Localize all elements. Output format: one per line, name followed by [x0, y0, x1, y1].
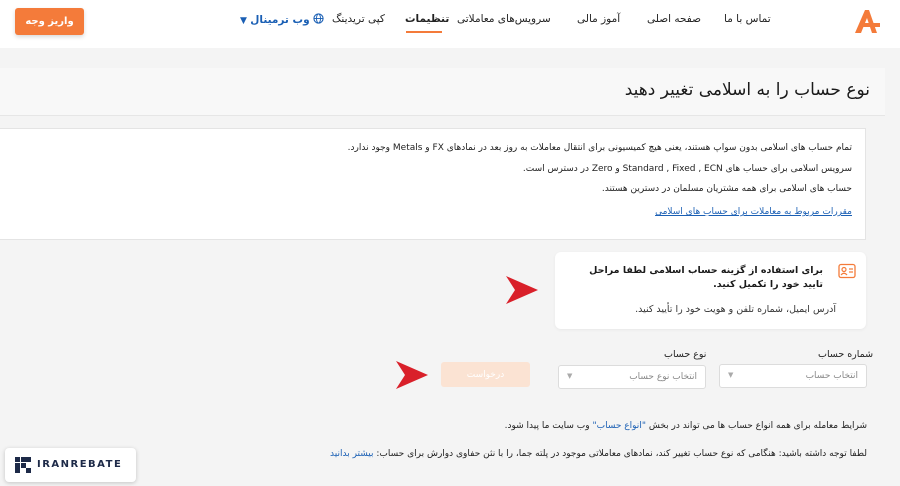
learn-more-link[interactable]: بیشتر بدانید [330, 449, 373, 459]
id-card-icon [838, 263, 856, 279]
account-number-select[interactable]: انتخاب حساب ▼ [719, 364, 867, 388]
verification-title: برای استفاده از گزینه حساب اسلامی لطفا م… [589, 265, 823, 290]
info-line-2: سرویس اسلامی برای حساب های Standard , Fi… [522, 164, 852, 174]
badge-text: IRANREBATE [37, 459, 123, 470]
request-button[interactable]: درخواست [441, 362, 530, 387]
nav-settings[interactable]: تنظیمات [405, 13, 449, 25]
account-number-placeholder: انتخاب حساب [805, 371, 858, 381]
nav-home[interactable]: صفحه اصلی [647, 13, 701, 25]
nav-financial-education[interactable]: آموز مالی [577, 13, 620, 25]
info-line-3: حساب های اسلامی برای همه مشتریان مسلمان … [601, 184, 852, 194]
rules-link[interactable]: مقررات مربوط به معاملات برای حساب های اس… [655, 207, 852, 217]
islamic-info-box: تمام حساب های اسلامی بدون سواپ هستند، یع… [0, 128, 866, 240]
chevron-down-icon: ▼ [240, 16, 247, 26]
top-navbar: واریز وجه ▼ وب ترمینال کپی تریدینگ تنظیم… [0, 0, 900, 48]
verification-subtitle: آدرس ایمیل، شماره تلفن و هویت خود را تأی… [635, 304, 836, 315]
nav-web-terminal[interactable]: ▼ وب ترمینال [240, 13, 324, 26]
account-types-link[interactable]: "انواع حساب" [592, 421, 645, 431]
account-type-select[interactable]: انتخاب نوع حساب ▼ [558, 365, 706, 389]
account-type-label: نوع حساب [664, 349, 707, 360]
footer-line-2: لطفا توجه داشته باشید: هنگامی که نوع حسا… [330, 449, 867, 459]
footer-line-1-suffix: وب سایت ما پیدا شود. [504, 421, 590, 431]
footer-line-1-prefix: شرایط معامله برای همه انواع حساب ها می ت… [648, 421, 867, 431]
footer-line-2-text: لطفا توجه داشته باشید: هنگامی که نوع حسا… [376, 449, 867, 459]
deposit-button[interactable]: واریز وجه [15, 8, 84, 35]
web-terminal-label: وب ترمینال [250, 14, 310, 26]
iranrebate-logo-icon [15, 457, 31, 473]
pointer-arrow-icon [506, 276, 538, 308]
account-type-placeholder: انتخاب نوع حساب [629, 372, 697, 382]
chevron-down-icon: ▼ [567, 372, 573, 380]
brand-a-logo[interactable] [851, 6, 881, 36]
iranrebate-badge: IRANREBATE [5, 448, 136, 482]
page-title: نوع حساب را به اسلامی تغییر دهید [624, 80, 870, 100]
pointer-arrow-icon [396, 361, 428, 393]
account-number-label: شماره حساب [818, 349, 874, 360]
active-tab-indicator [406, 31, 442, 33]
verification-card: برای استفاده از گزینه حساب اسلامی لطفا م… [555, 252, 866, 329]
globe-icon [313, 13, 324, 26]
footer-line-1: شرایط معامله برای همه انواع حساب ها می ت… [505, 421, 867, 431]
info-line-1: تمام حساب های اسلامی بدون سواپ هستند، یع… [347, 143, 852, 153]
nav-trading-services[interactable]: سرویس‌های معاملاتی [457, 13, 551, 25]
title-section: نوع حساب را به اسلامی تغییر دهید [0, 68, 885, 116]
nav-contact[interactable]: تماس با ما [724, 13, 771, 25]
chevron-down-icon: ▼ [728, 371, 734, 379]
nav-copy-trading[interactable]: کپی تریدینگ [332, 13, 385, 25]
